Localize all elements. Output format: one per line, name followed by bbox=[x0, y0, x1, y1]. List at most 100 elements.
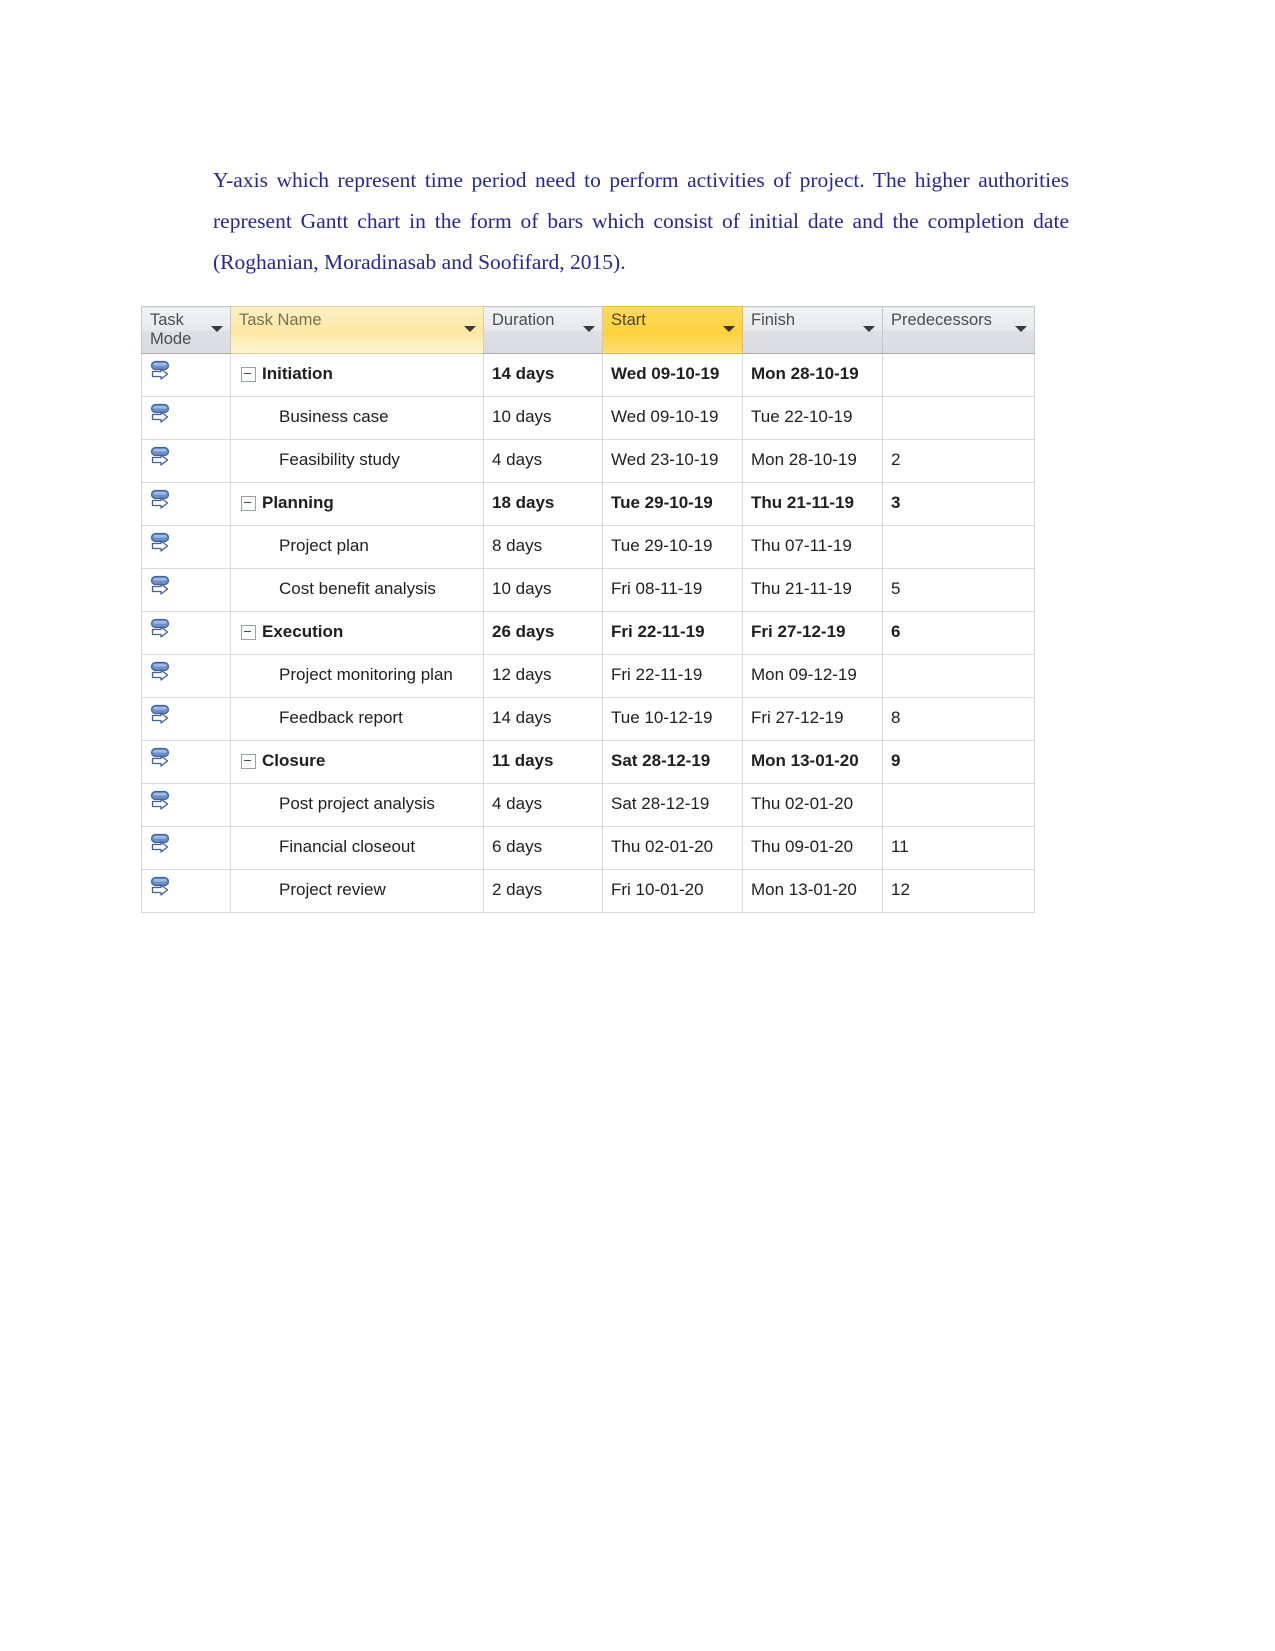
cell-predecessors[interactable] bbox=[882, 396, 1035, 440]
cell-duration[interactable]: 14 days bbox=[483, 353, 603, 397]
cell-task-mode[interactable] bbox=[141, 482, 231, 526]
column-header-task-mode[interactable]: Task Mode bbox=[141, 306, 231, 354]
filter-arrow-icon[interactable] bbox=[583, 326, 595, 332]
cell-predecessors[interactable]: 3 bbox=[882, 482, 1035, 526]
cell-finish[interactable]: Mon 09-12-19 bbox=[742, 654, 883, 698]
cell-duration[interactable]: 18 days bbox=[483, 482, 603, 526]
cell-start[interactable]: Sat 28-12-19 bbox=[602, 740, 743, 784]
cell-duration[interactable]: 4 days bbox=[483, 783, 603, 827]
cell-start[interactable]: Wed 23-10-19 bbox=[602, 439, 743, 483]
cell-task-mode[interactable] bbox=[141, 697, 231, 741]
cell-start[interactable]: Tue 29-10-19 bbox=[602, 482, 743, 526]
cell-duration[interactable]: 26 days bbox=[483, 611, 603, 655]
column-header-duration[interactable]: Duration bbox=[483, 306, 603, 354]
cell-duration[interactable]: 12 days bbox=[483, 654, 603, 698]
cell-start[interactable]: Fri 08-11-19 bbox=[602, 568, 743, 612]
cell-finish[interactable]: Fri 27-12-19 bbox=[742, 611, 883, 655]
filter-arrow-icon[interactable] bbox=[464, 326, 476, 332]
cell-task-name[interactable]: Project review bbox=[230, 869, 484, 913]
cell-finish[interactable]: Thu 09-01-20 bbox=[742, 826, 883, 870]
filter-arrow-icon[interactable] bbox=[863, 326, 875, 332]
cell-finish[interactable]: Mon 28-10-19 bbox=[742, 353, 883, 397]
cell-task-mode[interactable] bbox=[141, 826, 231, 870]
cell-finish[interactable]: Mon 28-10-19 bbox=[742, 439, 883, 483]
cell-start[interactable]: Wed 09-10-19 bbox=[602, 353, 743, 397]
cell-predecessors[interactable]: 8 bbox=[882, 697, 1035, 741]
cell-task-name[interactable]: Feedback report bbox=[230, 697, 484, 741]
cell-predecessors[interactable]: 12 bbox=[882, 869, 1035, 913]
table-row[interactable]: Project monitoring plan 12 days Fri 22-11-… bbox=[141, 654, 1035, 698]
cell-task-name[interactable]: Planning bbox=[230, 482, 484, 526]
collapse-minus-icon[interactable] bbox=[241, 496, 256, 511]
column-header-predecessors[interactable]: Predecessors bbox=[882, 306, 1035, 354]
cell-finish[interactable]: Thu 21-11-19 bbox=[742, 482, 883, 526]
cell-predecessors[interactable]: 9 bbox=[882, 740, 1035, 784]
cell-task-name[interactable]: Cost benefit analysis bbox=[230, 568, 484, 612]
cell-predecessors[interactable] bbox=[882, 353, 1035, 397]
table-row[interactable]: Project review 2 days Fri 10-01-20 Mon 13-0… bbox=[141, 869, 1035, 913]
cell-finish[interactable]: Thu 21-11-19 bbox=[742, 568, 883, 612]
cell-predecessors[interactable]: 5 bbox=[882, 568, 1035, 612]
cell-start[interactable]: Wed 09-10-19 bbox=[602, 396, 743, 440]
column-header-task-name[interactable]: Task Name bbox=[230, 306, 484, 354]
cell-task-mode[interactable] bbox=[141, 396, 231, 440]
cell-task-name[interactable]: Execution bbox=[230, 611, 484, 655]
cell-duration[interactable]: 8 days bbox=[483, 525, 603, 569]
cell-duration[interactable]: 4 days bbox=[483, 439, 603, 483]
filter-arrow-icon[interactable] bbox=[211, 326, 223, 332]
cell-start[interactable]: Fri 22-11-19 bbox=[602, 611, 743, 655]
cell-task-name[interactable]: Project plan bbox=[230, 525, 484, 569]
filter-arrow-icon[interactable] bbox=[1015, 326, 1027, 332]
cell-task-name[interactable]: Business case bbox=[230, 396, 484, 440]
cell-start[interactable]: Thu 02-01-20 bbox=[602, 826, 743, 870]
cell-task-name[interactable]: Post project analysis bbox=[230, 783, 484, 827]
cell-task-name[interactable]: Financial closeout bbox=[230, 826, 484, 870]
cell-duration[interactable]: 6 days bbox=[483, 826, 603, 870]
cell-finish[interactable]: Fri 27-12-19 bbox=[742, 697, 883, 741]
table-row[interactable]: Planning 18 days Tue 29-10-19 Thu 21-11-19 3 bbox=[141, 482, 1035, 526]
table-row[interactable]: Post project analysis 4 days Sat 28-12-19 T… bbox=[141, 783, 1035, 827]
cell-predecessors[interactable]: 6 bbox=[882, 611, 1035, 655]
cell-start[interactable]: Tue 29-10-19 bbox=[602, 525, 743, 569]
cell-task-name[interactable]: Closure bbox=[230, 740, 484, 784]
cell-task-mode[interactable] bbox=[141, 525, 231, 569]
cell-task-mode[interactable] bbox=[141, 783, 231, 827]
table-row[interactable]: Business case 10 days Wed 09-10-19 Tue 22-1… bbox=[141, 396, 1035, 440]
table-row[interactable]: Initiation 14 days Wed 09-10-19 Mon 28-10-1… bbox=[141, 353, 1035, 397]
cell-predecessors[interactable] bbox=[882, 525, 1035, 569]
cell-task-mode[interactable] bbox=[141, 740, 231, 784]
cell-start[interactable]: Tue 10-12-19 bbox=[602, 697, 743, 741]
cell-start[interactable]: Sat 28-12-19 bbox=[602, 783, 743, 827]
cell-finish[interactable]: Thu 02-01-20 bbox=[742, 783, 883, 827]
cell-task-mode[interactable] bbox=[141, 611, 231, 655]
table-row[interactable]: Feasibility study 4 days Wed 23-10-19 Mon 2… bbox=[141, 439, 1035, 483]
cell-start[interactable]: Fri 10-01-20 bbox=[602, 869, 743, 913]
table-row[interactable]: Financial closeout 6 days Thu 02-01-20 Thu … bbox=[141, 826, 1035, 870]
table-row[interactable]: Cost benefit analysis 10 days Fri 08-11-19… bbox=[141, 568, 1035, 612]
cell-task-name[interactable]: Project monitoring plan bbox=[230, 654, 484, 698]
cell-finish[interactable]: Tue 22-10-19 bbox=[742, 396, 883, 440]
cell-duration[interactable]: 2 days bbox=[483, 869, 603, 913]
table-row[interactable]: Project plan 8 days Tue 29-10-19 Thu 07-11-… bbox=[141, 525, 1035, 569]
cell-predecessors[interactable] bbox=[882, 783, 1035, 827]
cell-predecessors[interactable] bbox=[882, 654, 1035, 698]
cell-duration[interactable]: 14 days bbox=[483, 697, 603, 741]
cell-task-name[interactable]: Initiation bbox=[230, 353, 484, 397]
cell-duration[interactable]: 11 days bbox=[483, 740, 603, 784]
table-row[interactable]: Feedback report 14 days Tue 10-12-19 Fri 27… bbox=[141, 697, 1035, 741]
cell-finish[interactable]: Mon 13-01-20 bbox=[742, 869, 883, 913]
filter-arrow-icon[interactable] bbox=[723, 326, 735, 332]
cell-finish[interactable]: Mon 13-01-20 bbox=[742, 740, 883, 784]
cell-duration[interactable]: 10 days bbox=[483, 396, 603, 440]
collapse-minus-icon[interactable] bbox=[241, 367, 256, 382]
collapse-minus-icon[interactable] bbox=[241, 625, 256, 640]
cell-task-mode[interactable] bbox=[141, 654, 231, 698]
cell-task-mode[interactable] bbox=[141, 869, 231, 913]
cell-task-name[interactable]: Feasibility study bbox=[230, 439, 484, 483]
cell-task-mode[interactable] bbox=[141, 568, 231, 612]
cell-task-mode[interactable] bbox=[141, 439, 231, 483]
collapse-minus-icon[interactable] bbox=[241, 754, 256, 769]
column-header-finish[interactable]: Finish bbox=[742, 306, 883, 354]
table-row[interactable]: Closure 11 days Sat 28-12-19 Mon 13-01-20 9 bbox=[141, 740, 1035, 784]
cell-start[interactable]: Fri 22-11-19 bbox=[602, 654, 743, 698]
